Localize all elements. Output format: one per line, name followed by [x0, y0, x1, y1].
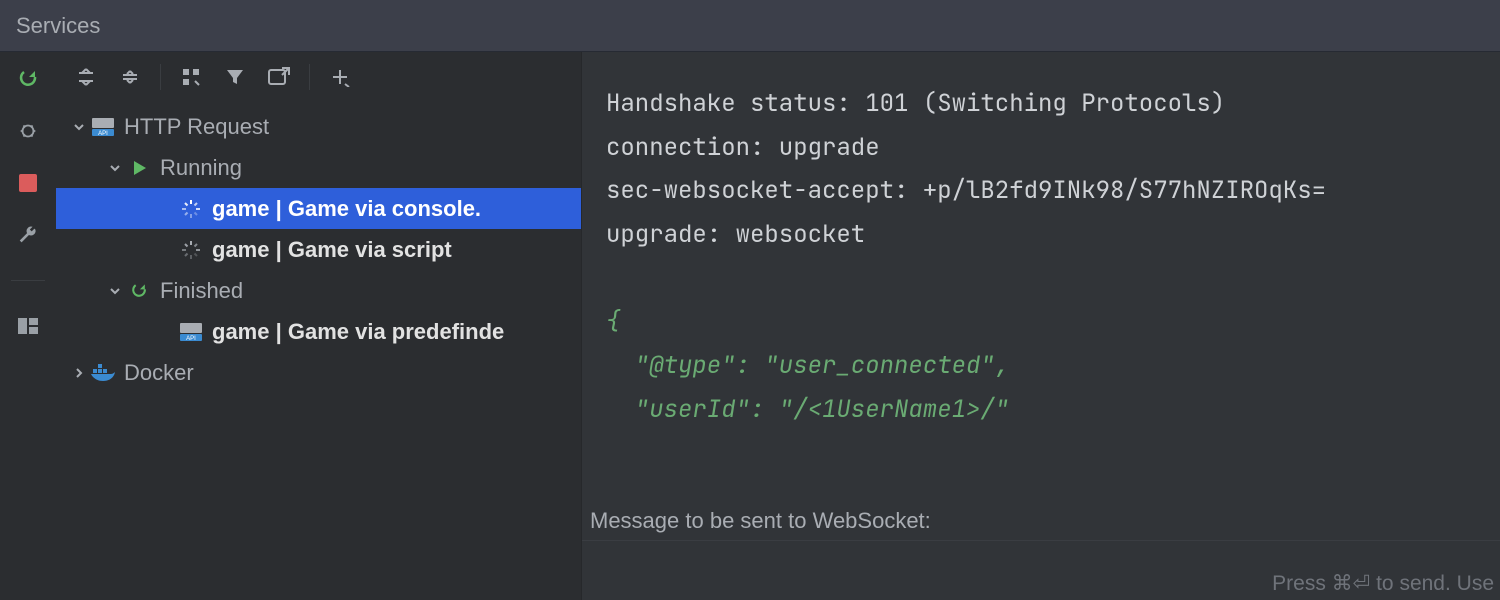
- services-tree[interactable]: API HTTP Request Running: [56, 102, 581, 600]
- console-json-line: {: [606, 306, 620, 337]
- send-hint: Press ⌘⏎ to send. Use: [1272, 571, 1494, 596]
- tree-item-game-predefined[interactable]: API game | Game via predefinde: [56, 311, 581, 352]
- tree-item-game-console[interactable]: game | Game via console.: [56, 188, 581, 229]
- tree-node-docker[interactable]: Docker: [56, 352, 581, 393]
- tree-label: game | Game via script: [212, 237, 452, 263]
- expand-all-icon[interactable]: [66, 57, 106, 97]
- stop-icon[interactable]: [15, 170, 41, 196]
- docker-icon: [90, 360, 116, 386]
- tree-node-finished[interactable]: Finished: [56, 270, 581, 311]
- play-icon: [126, 155, 152, 181]
- spinner-icon: [178, 196, 204, 222]
- api-icon: API: [178, 319, 204, 345]
- svg-text:API: API: [98, 131, 108, 136]
- add-icon[interactable]: [320, 57, 360, 97]
- open-tab-icon[interactable]: [259, 57, 299, 97]
- services-tree-panel: API HTTP Request Running: [56, 52, 582, 600]
- layout-icon[interactable]: [15, 313, 41, 339]
- api-icon: API: [90, 114, 116, 140]
- tree-label: HTTP Request: [124, 114, 269, 140]
- toolbar-separator: [309, 64, 310, 90]
- bug-icon[interactable]: [15, 118, 41, 144]
- filter-icon[interactable]: [215, 57, 255, 97]
- tree-node-running[interactable]: Running: [56, 147, 581, 188]
- rerun-icon[interactable]: [15, 66, 41, 92]
- console-line: connection: upgrade: [606, 132, 880, 163]
- tree-label: Running: [160, 155, 242, 181]
- console-line: upgrade: websocket: [606, 219, 865, 250]
- toolbar-separator: [160, 64, 161, 90]
- chevron-down-icon[interactable]: [104, 284, 126, 298]
- tree-item-game-script[interactable]: game | Game via script: [56, 229, 581, 270]
- tree-label: game | Game via console.: [212, 196, 481, 222]
- chevron-down-icon[interactable]: [68, 120, 90, 134]
- console-json-line: "userId": "/<1UserName1>/": [606, 394, 1009, 425]
- chevron-down-icon[interactable]: [104, 161, 126, 175]
- console-output[interactable]: Handshake status: 101 (Switching Protoco…: [582, 52, 1500, 502]
- wrench-icon[interactable]: [15, 222, 41, 248]
- services-toolwindow-titlebar: Services: [0, 0, 1500, 52]
- console-json-line: "@type": "user_connected",: [606, 350, 1009, 381]
- console-panel: Handshake status: 101 (Switching Protoco…: [582, 52, 1500, 600]
- tree-label: Docker: [124, 360, 194, 386]
- group-by-icon[interactable]: [171, 57, 211, 97]
- spinner-icon: [178, 237, 204, 263]
- services-title: Services: [16, 13, 100, 39]
- rerun-green-icon: [126, 278, 152, 304]
- tree-label: Finished: [160, 278, 243, 304]
- tree-label: game | Game via predefinde: [212, 319, 504, 345]
- websocket-prompt-label: Message to be sent to WebSocket:: [582, 502, 1500, 540]
- tree-toolbar: [56, 52, 581, 102]
- tree-node-http-request[interactable]: API HTTP Request: [56, 106, 581, 147]
- chevron-right-icon[interactable]: [68, 366, 90, 380]
- console-line: Handshake status: 101 (Switching Protoco…: [606, 88, 1225, 119]
- services-gutter: [0, 52, 56, 600]
- collapse-all-icon[interactable]: [110, 57, 150, 97]
- console-line: sec-websocket-accept: +p/lB2fd9INk98/S77…: [606, 175, 1326, 206]
- gutter-separator: [11, 280, 45, 281]
- svg-text:API: API: [186, 336, 196, 341]
